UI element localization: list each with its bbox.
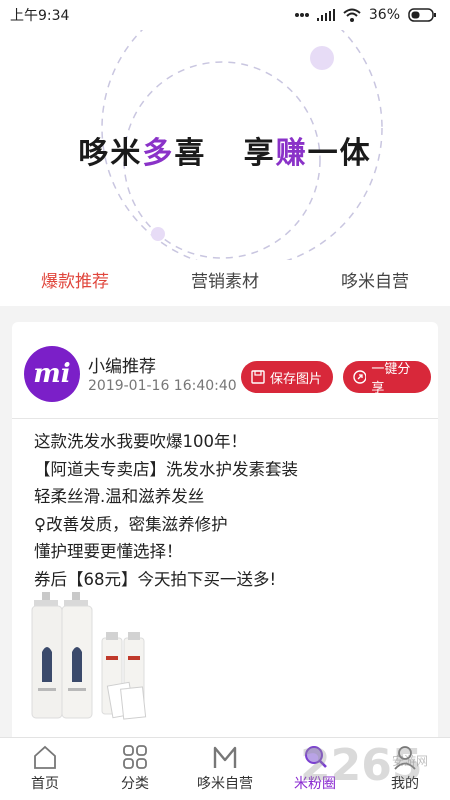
post-date: 2019-01-16 16:40:40 bbox=[88, 378, 237, 394]
post-text: 这款洗发水我要吹爆100年！ 【阿道夫专卖店】洗发水护发素套装 轻柔丝滑.温和滋… bbox=[34, 428, 429, 593]
post-line: 券后【68元】今天拍下买一送多! bbox=[34, 569, 277, 589]
tab-self-operated[interactable]: 哆米自营 bbox=[300, 260, 450, 304]
nav-label: 哆米自营 bbox=[197, 776, 253, 792]
home-icon bbox=[34, 745, 56, 769]
hero-banner: 哆米多喜 享赚一体 bbox=[0, 30, 450, 260]
post-line: 这款洗发水我要吹爆100年！ bbox=[34, 432, 247, 451]
nav-mine[interactable]: 我的 bbox=[360, 738, 450, 800]
post-card: mi 小编推荐 2019-01-16 16:40:40 保存图片 一键分享 这款… bbox=[12, 322, 438, 752]
post-line: 【阿道夫专卖店】洗发水护发素套装 bbox=[34, 459, 298, 479]
post-line: 轻柔丝滑.温和滋养发丝 bbox=[34, 487, 205, 506]
signal-icon bbox=[316, 9, 335, 21]
grid-icon bbox=[123, 745, 147, 769]
save-image-label: 保存图片 bbox=[270, 371, 323, 387]
nav-label: 首页 bbox=[31, 776, 59, 792]
wifi-icon bbox=[343, 8, 361, 22]
author-name: 小编推荐 bbox=[88, 357, 156, 377]
tab-hot-recommend[interactable]: 爆款推荐 bbox=[0, 260, 150, 304]
share-button[interactable]: 一键分享 bbox=[343, 361, 431, 396]
battery-icon bbox=[408, 8, 436, 22]
profile-icon bbox=[394, 746, 416, 770]
slogan: 哆米多喜 享赚一体 bbox=[78, 136, 372, 171]
tab-marketing-material[interactable]: 营销素材 bbox=[150, 260, 300, 304]
avatar[interactable]: mi bbox=[24, 346, 80, 402]
status-time: 上午9:34 bbox=[10, 8, 70, 24]
divider bbox=[12, 418, 438, 419]
status-icons: 36% bbox=[294, 7, 436, 23]
battery-percent: 36% bbox=[368, 7, 400, 23]
category-tabs: 爆款推荐 营销素材 哆米自营 bbox=[0, 260, 450, 304]
search-icon bbox=[305, 746, 327, 768]
m-logo-icon bbox=[213, 746, 237, 768]
bottom-nav: 首页 分类 哆米自营 米粉圈 我的 bbox=[0, 737, 450, 800]
post-line: ♀改善发质，密集滋养修护 bbox=[34, 514, 228, 534]
nav-fans-circle[interactable]: 米粉圈 bbox=[270, 738, 360, 800]
nav-label: 分类 bbox=[121, 776, 149, 792]
status-bar: 上午9:34 36% bbox=[0, 0, 450, 30]
save-image-button[interactable]: 保存图片 bbox=[241, 361, 333, 393]
nav-self-operated[interactable]: 哆米自营 bbox=[180, 738, 270, 800]
dots-icon bbox=[294, 13, 309, 17]
nav-label: 我的 bbox=[391, 776, 419, 792]
nav-home[interactable]: 首页 bbox=[0, 738, 90, 800]
save-icon bbox=[251, 370, 265, 384]
product-image[interactable] bbox=[30, 592, 160, 720]
nav-category[interactable]: 分类 bbox=[90, 738, 180, 800]
post-line: 懂护理要更懂选择！ bbox=[34, 542, 183, 561]
nav-label: 米粉圈 bbox=[294, 776, 336, 792]
share-icon bbox=[353, 370, 367, 384]
share-label: 一键分享 bbox=[371, 362, 411, 396]
